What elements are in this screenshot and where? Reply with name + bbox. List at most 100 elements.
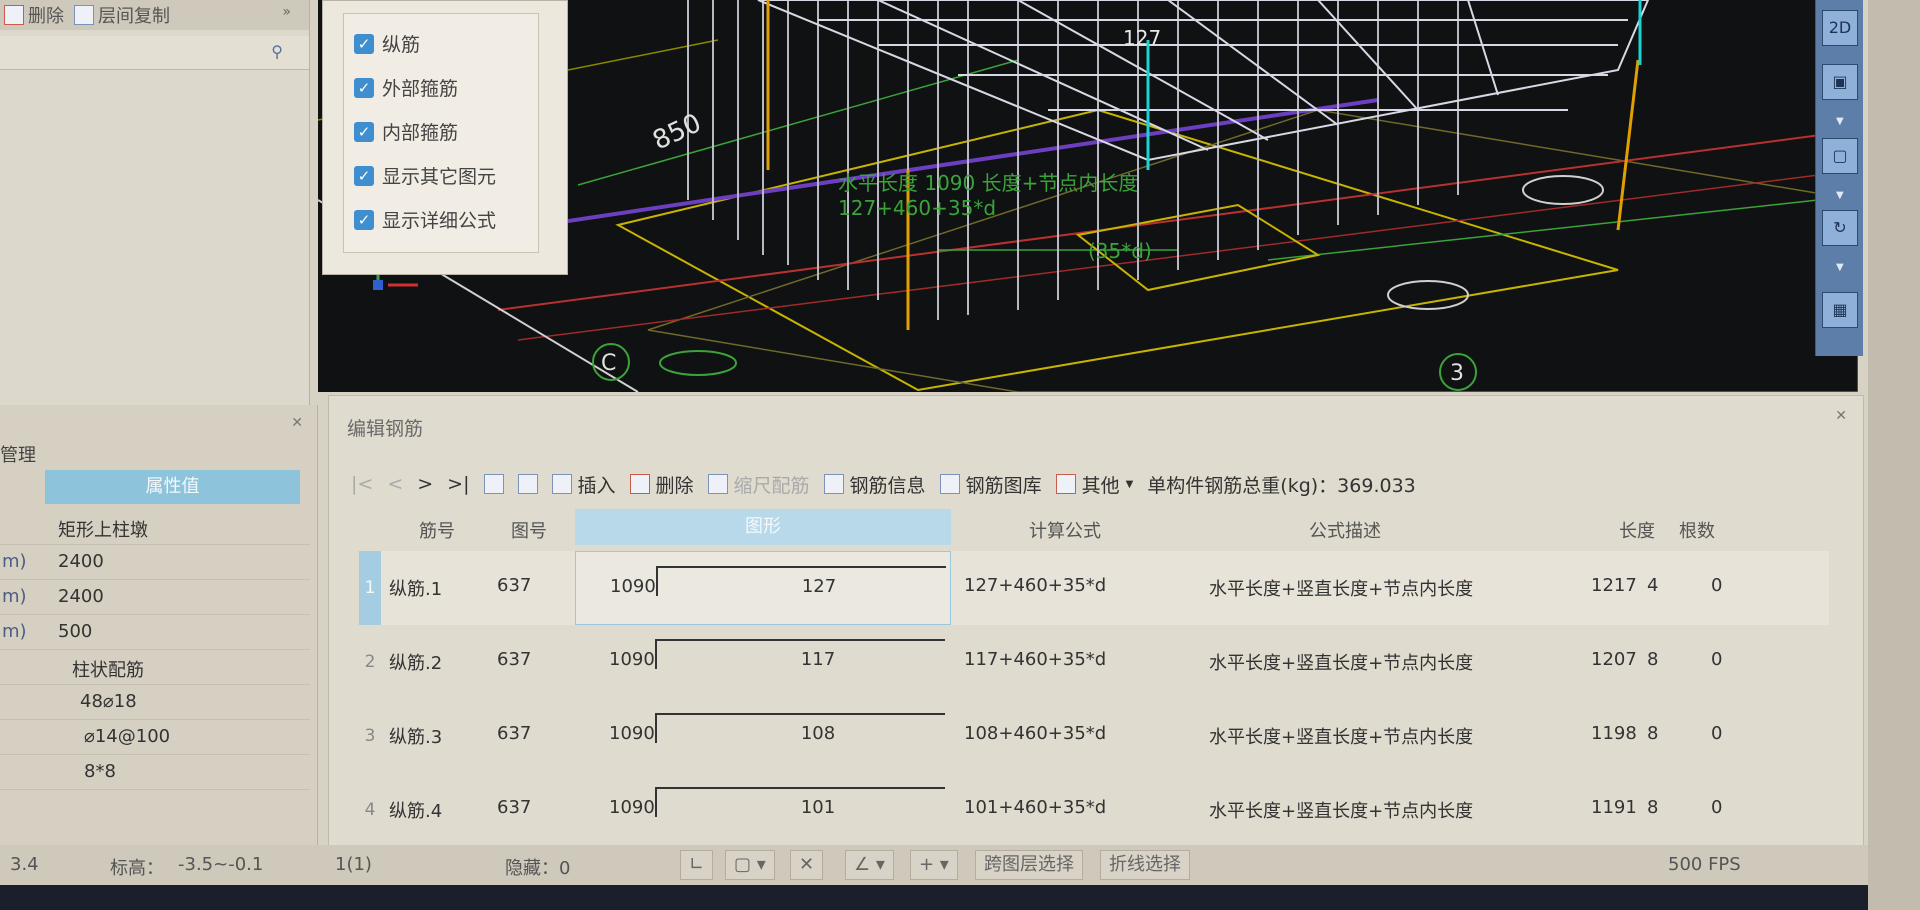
col-shape[interactable]: 图形 <box>575 509 951 545</box>
col-length[interactable]: 长度 <box>1619 517 1655 543</box>
table-row[interactable]: 1 纵筋.1 637 1090 127 127+460+35*d 水平长度+竖直… <box>359 551 1829 625</box>
angle-button[interactable]: ∠ ▾ <box>845 850 894 880</box>
row-index: 4 <box>364 800 376 820</box>
table-row[interactable]: 4 纵筋.4 637 1090 101 101+460+35*d 水平长度+竖直… <box>359 773 1829 843</box>
last-record-button[interactable]: >| <box>447 473 469 495</box>
bar-name[interactable]: 纵筋.2 <box>389 649 442 675</box>
length[interactable]: 1217 <box>1591 575 1637 596</box>
move-up-button[interactable] <box>483 474 504 494</box>
view-3d-cube-icon[interactable]: ▣ <box>1822 64 1858 100</box>
formula[interactable]: 108+460+35*d <box>964 723 1106 744</box>
checkbox-icon[interactable]: ✓ <box>354 165 374 186</box>
view-2d-button[interactable]: 2D <box>1822 10 1858 46</box>
checkbox-outer-stirrup[interactable]: ✓ 外部箍筋 <box>354 74 458 101</box>
col-formula-desc[interactable]: 公式描述 <box>1309 517 1381 543</box>
property-row[interactable]: 柱状配筋 <box>0 650 310 685</box>
length[interactable]: 1191 <box>1591 797 1637 818</box>
more-chevron-icon[interactable]: » <box>282 4 291 20</box>
scale-rebar-button[interactable]: 缩尺配筋 <box>707 471 810 498</box>
rebar-library-button[interactable]: 钢筋图库 <box>939 471 1042 498</box>
move-down-button[interactable] <box>517 474 538 494</box>
view-iso-cube-icon[interactable]: ▢ <box>1822 138 1858 174</box>
formula[interactable]: 101+460+35*d <box>964 797 1106 818</box>
property-row[interactable]: ⌀14@100 <box>0 720 310 755</box>
formula-desc[interactable]: 水平长度+竖直长度+节点内长度 <box>1209 649 1473 675</box>
checkbox-longitudinal[interactable]: ✓ 纵筋 <box>354 30 420 57</box>
chevron-down-icon[interactable]: ▼ <box>1836 190 1844 201</box>
rebar-shape-cell[interactable]: 1090 101 <box>575 773 951 843</box>
grid-view-icon[interactable]: ▦ <box>1822 292 1858 328</box>
rebar-shape-cell[interactable]: 1090 117 <box>575 625 951 699</box>
insert-button[interactable]: 插入 <box>551 471 616 498</box>
property-row[interactable]: m) 2400 <box>0 545 310 580</box>
scale-icon <box>707 474 728 494</box>
close-icon[interactable]: ✕ <box>291 415 303 431</box>
extra-value[interactable]: 0 <box>1711 575 1722 596</box>
formula-desc[interactable]: 水平长度+竖直长度+节点内长度 <box>1209 797 1473 823</box>
extra-value[interactable]: 0 <box>1711 723 1722 744</box>
bar-name[interactable]: 纵筋.4 <box>389 797 442 823</box>
fig-no[interactable]: 637 <box>497 649 531 670</box>
copy-icon <box>74 5 94 25</box>
formula[interactable]: 127+460+35*d <box>964 575 1106 596</box>
col-fig-no[interactable]: 图号 <box>511 517 547 543</box>
polyline-select-button[interactable]: 折线选择 <box>1100 850 1190 880</box>
col-count[interactable]: 根数 <box>1679 517 1715 543</box>
col-bar-no[interactable]: 筋号 <box>419 517 455 543</box>
checkbox-icon[interactable]: ✓ <box>354 77 374 98</box>
fig-no[interactable]: 637 <box>497 723 531 744</box>
delete-row-button[interactable]: 删除 <box>629 471 694 498</box>
rebar-shape-cell[interactable]: 1090 127 <box>575 551 951 625</box>
close-icon[interactable]: ✕ <box>1835 408 1847 424</box>
formula-desc[interactable]: 水平长度+竖直长度+节点内长度 <box>1209 575 1473 601</box>
table-row[interactable]: 3 纵筋.3 637 1090 108 108+460+35*d 水平长度+竖直… <box>359 699 1829 773</box>
search-icon[interactable]: ⚲ <box>271 42 283 61</box>
fig-no[interactable]: 637 <box>497 797 531 818</box>
length[interactable]: 1198 <box>1591 723 1637 744</box>
property-row[interactable]: m) 2400 <box>0 580 310 615</box>
col-formula[interactable]: 计算公式 <box>1029 517 1101 543</box>
count[interactable]: 4 <box>1647 575 1658 596</box>
other-menu-button[interactable]: 其他 ▼ <box>1055 471 1133 498</box>
prev-record-button[interactable]: < <box>387 473 403 495</box>
checkbox-icon[interactable]: ✓ <box>354 33 374 54</box>
rebar-info-button[interactable]: 钢筋信息 <box>823 471 926 498</box>
checkbox-icon[interactable]: ✓ <box>354 209 374 230</box>
chevron-down-icon[interactable]: ▼ <box>1836 116 1844 127</box>
rebar-cage <box>757 0 1650 162</box>
rotate-icon[interactable]: ↻ <box>1822 210 1858 246</box>
checkbox-show-other[interactable]: ✓ 显示其它图元 <box>354 162 496 189</box>
rebar-shape-cell[interactable]: 1090 108 <box>575 699 951 773</box>
table-row[interactable]: 2 纵筋.2 637 1090 117 117+460+35*d 水平长度+竖直… <box>359 625 1829 699</box>
bar-name[interactable]: 纵筋.3 <box>389 723 442 749</box>
left-search-input[interactable]: ⚲ <box>0 36 309 70</box>
property-row[interactable]: m) 500 <box>0 615 310 650</box>
formula-sub-label: (35*d) <box>1088 239 1152 263</box>
extra-value[interactable]: 0 <box>1711 797 1722 818</box>
length[interactable]: 1207 <box>1591 649 1637 670</box>
cross-icon[interactable]: ✕ <box>790 850 824 880</box>
delete-button[interactable]: 删除 <box>4 2 64 28</box>
bar-name[interactable]: 纵筋.1 <box>389 575 442 601</box>
cross-layer-select-button[interactable]: 跨图层选择 <box>975 850 1083 880</box>
rect-select-button[interactable]: ▢ ▾ <box>725 850 775 880</box>
property-row[interactable]: 矩形上柱墩 <box>0 510 310 545</box>
property-row[interactable]: 8*8 <box>0 755 310 790</box>
formula[interactable]: 117+460+35*d <box>964 649 1106 670</box>
chevron-down-icon[interactable]: ▼ <box>1836 262 1844 273</box>
ortho-button[interactable]: ∟ <box>680 850 714 880</box>
checkbox-icon[interactable]: ✓ <box>354 121 374 142</box>
property-row[interactable]: 48⌀18 <box>0 685 310 720</box>
extra-value[interactable]: 0 <box>1711 649 1722 670</box>
next-record-button[interactable]: > <box>417 473 433 495</box>
count[interactable]: 8 <box>1647 649 1658 670</box>
first-record-button[interactable]: |< <box>351 473 373 495</box>
copy-floor-button[interactable]: 层间复制 <box>74 2 170 28</box>
count[interactable]: 8 <box>1647 797 1658 818</box>
fig-no[interactable]: 637 <box>497 575 531 596</box>
snap-button[interactable]: + ▾ <box>910 850 958 880</box>
checkbox-inner-stirrup[interactable]: ✓ 内部箍筋 <box>354 118 458 145</box>
formula-desc[interactable]: 水平长度+竖直长度+节点内长度 <box>1209 723 1473 749</box>
count[interactable]: 8 <box>1647 723 1658 744</box>
checkbox-show-formula[interactable]: ✓ 显示详细公式 <box>354 206 496 233</box>
